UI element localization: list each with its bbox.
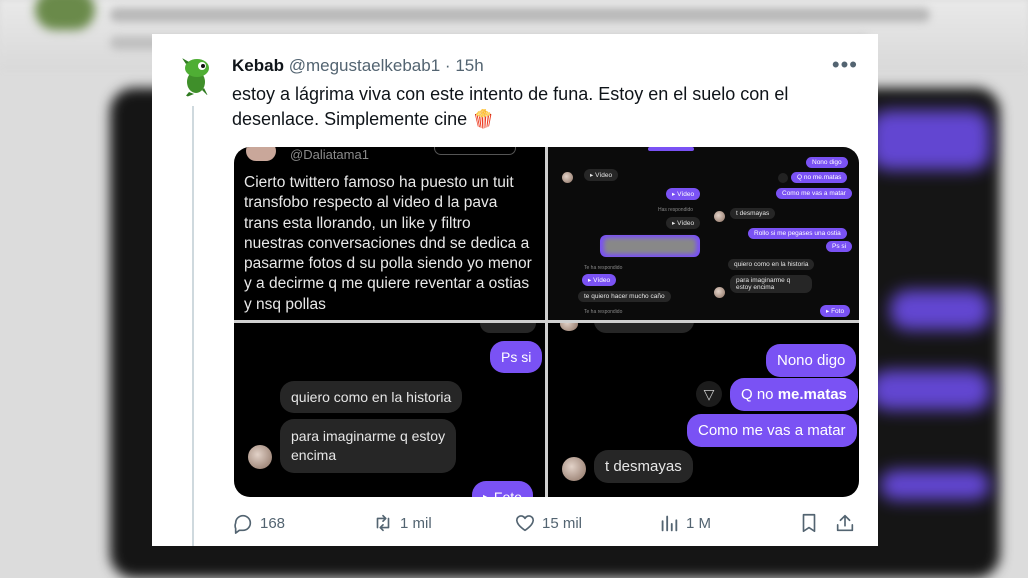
background-bubble-blur <box>870 370 990 410</box>
retweet-icon <box>376 514 390 532</box>
reply-label: Has respondido <box>658 207 694 213</box>
reply-count: 168 <box>260 514 286 532</box>
retweet-button[interactable]: 1 mil <box>372 512 432 534</box>
background-bubble-blur <box>880 470 990 500</box>
contact-avatar <box>562 457 586 481</box>
background-avatar-blur <box>35 0 95 30</box>
like-button[interactable]: 15 mil <box>514 512 582 534</box>
message-bubble: Como me vas a matar <box>687 414 857 447</box>
share-button[interactable] <box>834 512 862 534</box>
media-image-4[interactable]: Nono digo ▽ Q no me.matas Como me vas a … <box>548 323 859 497</box>
lizard-avatar-icon <box>182 58 209 98</box>
avatar[interactable] <box>174 54 218 98</box>
embedded-text: Cierto twittero famoso ha puesto un tuit… <box>244 174 532 313</box>
message-bubble: Nono digo <box>806 157 848 168</box>
background-bubble-blur <box>870 110 990 170</box>
display-name[interactable]: Kebab <box>232 56 284 75</box>
reaction-icon <box>778 173 788 183</box>
message-bubble: t desmayas <box>730 208 776 219</box>
reply-button[interactable]: 168 <box>232 512 285 534</box>
timestamp[interactable]: 15h <box>455 56 483 75</box>
message-bubble: Q no me.matas <box>730 378 858 411</box>
tweet-text: estoy a lágrima viva con este intento de… <box>232 84 789 129</box>
bookmark-icon <box>802 513 816 533</box>
message-bubble: para imaginarme q estoy encima <box>280 419 457 473</box>
contact-avatar <box>560 323 578 331</box>
share-icon <box>836 514 854 532</box>
message-bubble: quiero como en la historia <box>280 381 463 413</box>
bubble-fragment <box>480 323 536 333</box>
photo-bubble: ▸ Foto <box>820 305 851 317</box>
tweet-header: Kebab @megustaelkebab1 · 15h <box>232 56 484 76</box>
thread-line <box>192 106 194 546</box>
message-bubble: quiero como en la historia <box>728 259 815 270</box>
contact-avatar <box>562 172 573 183</box>
blurred-bubble <box>600 235 700 257</box>
video-bubble: ▸ Vídeo <box>584 169 619 181</box>
message-bubble: te quiero hacer mucho caño <box>578 291 671 302</box>
contact-avatar <box>248 445 272 469</box>
views-button[interactable]: 1 M <box>658 512 711 534</box>
embedded-button <box>434 147 516 155</box>
reply-label: Te ha respondido <box>584 309 623 315</box>
video-bubble: ▸ Vídeo <box>666 217 701 229</box>
media-grid[interactable]: @Daliatama1 Cierto twittero famoso ha pu… <box>234 147 859 497</box>
media-image-3[interactable]: Ps si quiero como en la historia para im… <box>234 323 545 497</box>
message-bubble: para imaginarme q estoy encima <box>730 275 812 293</box>
separator: · <box>444 56 451 75</box>
message-text: Q no <box>741 386 778 403</box>
more-options-icon[interactable]: ••• <box>832 52 858 78</box>
media-image-2[interactable]: Nono digo ▸ Vídeo Q no me.matas ▸ Vídeo … <box>548 147 859 320</box>
message-bubble: Q no me.matas <box>791 172 848 183</box>
message-bubble: Ps si <box>826 241 853 252</box>
contact-avatar <box>714 287 725 298</box>
embedded-handle: @Daliatama1 <box>290 147 369 162</box>
reply-label: Te ha respondido <box>584 265 623 271</box>
bubble-fragment <box>648 147 694 151</box>
message-bubble: Ps si <box>490 341 543 373</box>
bookmark-button[interactable] <box>798 512 826 534</box>
like-count: 15 mil <box>542 514 583 532</box>
message-bubble: Nono digo <box>766 344 857 377</box>
tweet-actions: 168 1 mil 15 mil 1 M <box>232 512 857 536</box>
reaction-icon: ▽ <box>696 381 722 407</box>
tweet-card[interactable]: Kebab @megustaelkebab1 · 15h ••• estoy a… <box>152 34 878 546</box>
avatar <box>246 147 276 161</box>
heart-icon <box>515 515 535 532</box>
message-text-bold: me.matas <box>777 386 847 403</box>
contact-avatar <box>714 211 725 222</box>
views-count: 1 M <box>686 514 712 532</box>
background-text-blur <box>110 8 930 22</box>
bubble-fragment <box>594 323 694 333</box>
message-bubble: Como me vas a matar <box>776 188 852 199</box>
media-image-1[interactable]: @Daliatama1 Cierto twittero famoso ha pu… <box>234 147 545 320</box>
message-bubble: Rollo si me pegases una ostia <box>748 228 847 239</box>
reply-icon <box>234 514 252 534</box>
background-bubble-blur <box>890 290 990 330</box>
message-bubble: t desmayas <box>594 450 693 483</box>
views-icon <box>661 515 678 532</box>
photo-bubble: ▸ Foto <box>472 481 533 497</box>
retweet-count: 1 mil <box>400 514 432 532</box>
video-bubble: ▸ Vídeo <box>666 188 701 200</box>
video-bubble: ▸ Vídeo <box>582 274 617 286</box>
user-handle[interactable]: @megustaelkebab1 <box>289 56 440 75</box>
